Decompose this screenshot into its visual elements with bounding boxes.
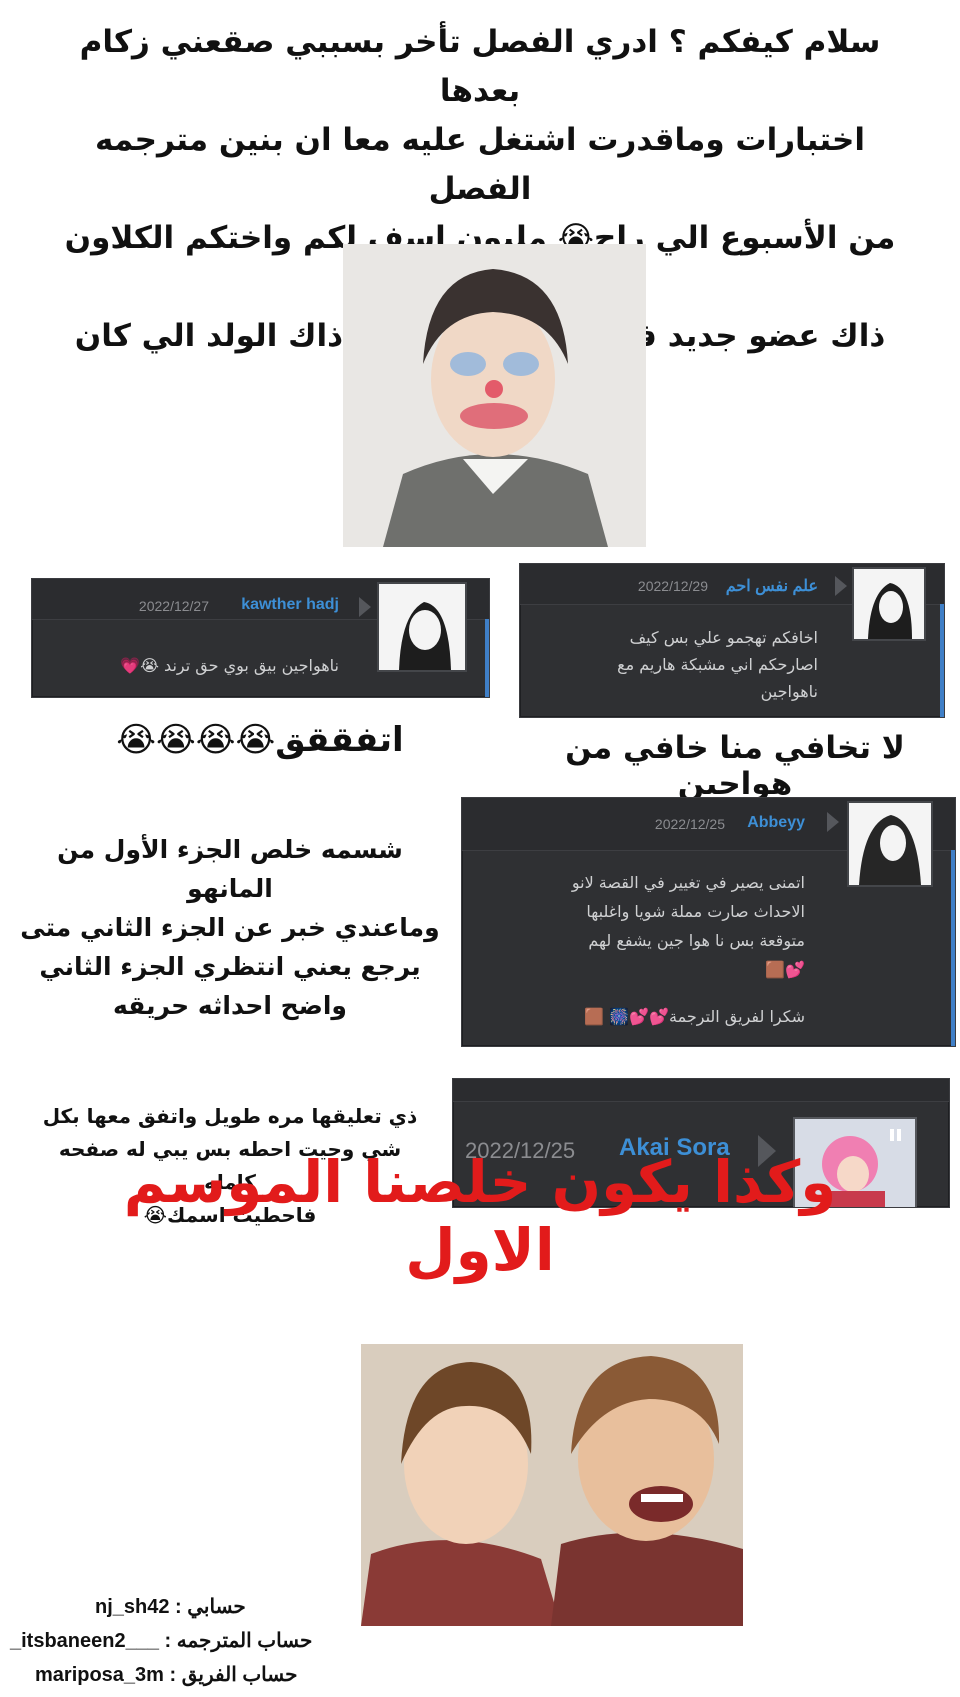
comment-text: ناهواجين بيق بوي حق ترند 😭💗 — [120, 656, 339, 675]
commenter-name[interactable]: علم نفس احم — [726, 576, 818, 596]
credit-value[interactable]: _itsbaneen2___ — [10, 1630, 159, 1652]
note-dont-fear: لا تخافي منا خافي من هواجين — [565, 730, 905, 802]
comment-line: الاحداث صارت مملة شويا واغلبها — [586, 902, 805, 921]
comment-footer: شكرا لفريق الترجمة💕💕🎆 🟫 — [584, 1007, 805, 1026]
commenter-name[interactable]: Abbeyy — [747, 814, 805, 832]
comment-line: اخافكم تهجمو علي بس كيف — [629, 628, 818, 647]
comment-text: اخافكم تهجمو علي بس كيف اصارحكم اني مشبك… — [528, 624, 818, 705]
comment-edge — [951, 850, 955, 1046]
comment-edge — [940, 604, 944, 717]
avatar-sketch — [854, 569, 924, 639]
note-line: ذي تعليقها مره طويل واتفق معها بكل — [42, 1104, 418, 1128]
comment-date: 2022/12/27 — [138, 598, 209, 614]
comment-card-ilm-nafs: علم نفس احم 2022/12/29 اخافكم تهجمو علي … — [519, 563, 945, 718]
comment-date: 2022/12/25 — [654, 816, 725, 832]
reaction-illustration — [361, 1344, 743, 1626]
credit-value[interactable]: nj_sh42 — [95, 1596, 169, 1618]
credit-translator-account: _itsbaneen2___ حساب المترجمه : — [10, 1624, 390, 1658]
comment-arrow — [827, 812, 839, 832]
comment-arrow — [359, 597, 371, 617]
avatar-sketch — [379, 584, 465, 670]
credit-label: حساب المترجمه : — [164, 1630, 313, 1652]
comment-date: 2022/12/29 — [637, 578, 708, 594]
avatar[interactable] — [847, 801, 933, 887]
comment-card-abbeyy: Abbeyy 2022/12/25 اتمنى يصير في تغيير في… — [461, 797, 956, 1047]
comment-line: 💕🟫 — [765, 960, 805, 979]
credit-value[interactable]: mariposa_3m — [35, 1664, 164, 1686]
portrait-illustration — [343, 244, 646, 547]
comment-header — [453, 1079, 949, 1102]
reaction-photo-two-boys — [361, 1344, 743, 1626]
intro-line: سلام كيفكم ؟ ادري الفصل تأخر بسببي صقعني… — [79, 24, 881, 109]
note-line: واضح احداثه حريقه — [113, 991, 347, 1020]
comment-line: متوقعة بس نا هوا جين يشفع لهم — [588, 931, 805, 950]
comment-line: اتمنى يصير في تغيير في القصة لانو — [571, 873, 805, 892]
note-line: يرجع يعني انتظري الجزء الثاني — [39, 952, 421, 981]
comment-line: ناهواجين — [760, 682, 818, 701]
note-line: وماعندي خبر عن الجزء الثاني متى — [20, 913, 440, 942]
comment-card-kawther: kawther hadj 2022/12/27 ناهواجين بيق بوي… — [31, 578, 490, 698]
intro-line: اختبارات وماقدرت اشتغل عليه معا ان بنين … — [95, 122, 865, 207]
avatar-sketch — [849, 803, 931, 885]
note-season-end: شسمه خلص الجزء الأول من المانهو وماعندي … — [20, 830, 440, 1025]
credit-team-account: mariposa_3m حساب الفريق : — [10, 1658, 390, 1692]
comment-text: اتمنى يصير في تغيير في القصة لانو الاحدا… — [475, 868, 805, 984]
credit-my-account: nj_sh42 حسابي : — [10, 1590, 390, 1624]
credit-label: حساب الفريق : — [169, 1664, 298, 1686]
avatar[interactable] — [852, 567, 926, 641]
avatar[interactable] — [377, 582, 467, 672]
comment-arrow — [835, 576, 847, 596]
season-end-headline: وكذا يكون خلصنا الموسم الاول — [123, 1148, 837, 1284]
comment-edge — [485, 619, 489, 697]
note-agree: اتفققق😭😭😭😭 — [116, 720, 404, 760]
credit-label: حسابي : — [175, 1596, 246, 1618]
note-line: شسمه خلص الجزء الأول من المانهو — [57, 835, 403, 903]
credits: nj_sh42 حسابي : _itsbaneen2___ حساب المت… — [10, 1590, 390, 1692]
commenter-name[interactable]: kawther hadj — [241, 596, 339, 614]
portrait-photo-clown — [343, 244, 646, 547]
comment-line: اصارحكم اني مشبكة هاريم مع — [617, 655, 818, 674]
